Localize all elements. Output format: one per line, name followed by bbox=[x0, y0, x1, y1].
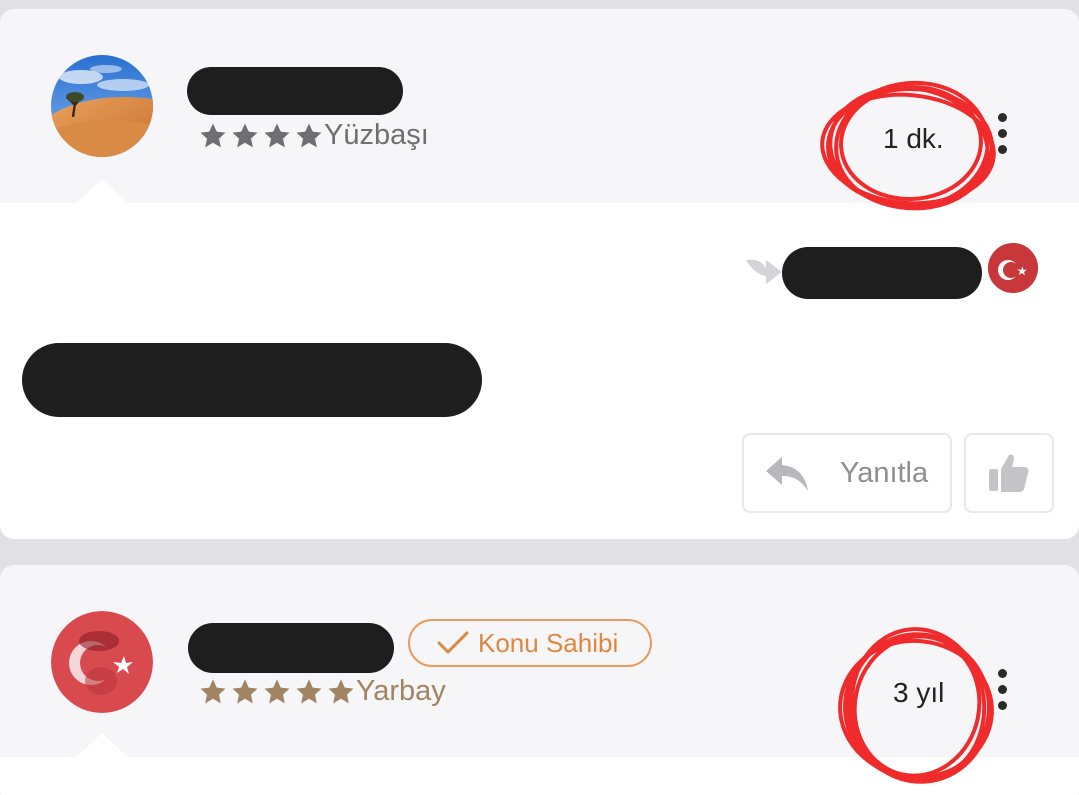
star-icon bbox=[296, 123, 322, 147]
badge-label: Konu Sahibi bbox=[478, 627, 619, 658]
rank-stars bbox=[198, 121, 324, 151]
turkish-flag-avatar-image bbox=[51, 611, 153, 713]
turkish-flag-avatar-image bbox=[988, 243, 1038, 293]
reply-arrow-icon bbox=[746, 259, 782, 284]
avatar[interactable] bbox=[51, 611, 153, 713]
comment-card: Konu Sahibi Yarbay 3 yıl bbox=[0, 565, 1079, 795]
star-icon bbox=[296, 679, 322, 703]
rank-label: Yarbay bbox=[356, 675, 446, 707]
star-icon bbox=[232, 123, 258, 147]
topic-owner-badge: Konu Sahibi bbox=[408, 619, 652, 667]
avatar[interactable] bbox=[51, 55, 153, 157]
thumbs-up-icon bbox=[989, 454, 1029, 492]
rank-stars bbox=[198, 677, 356, 707]
desert-avatar-image bbox=[51, 55, 153, 157]
quoted-username-redacted bbox=[782, 247, 982, 299]
user-rank: Yüzbaşı bbox=[198, 119, 429, 152]
check-icon bbox=[437, 631, 469, 654]
star-icon bbox=[328, 679, 354, 703]
reply-label: Yanıtla bbox=[840, 457, 929, 489]
like-button[interactable] bbox=[964, 433, 1054, 513]
star-icon bbox=[232, 679, 258, 703]
quoted-user-avatar bbox=[988, 243, 1038, 293]
username-redacted bbox=[187, 67, 403, 115]
more-options-icon[interactable] bbox=[998, 669, 1008, 717]
comment-pointer bbox=[76, 179, 128, 203]
more-options-icon[interactable] bbox=[998, 113, 1008, 161]
annotation-circle bbox=[838, 627, 994, 784]
star-icon bbox=[200, 123, 226, 147]
comment-text-redacted bbox=[22, 343, 482, 417]
rank-label: Yüzbaşı bbox=[324, 119, 429, 151]
user-rank: Yarbay bbox=[198, 675, 446, 708]
star-icon bbox=[200, 679, 226, 703]
comment-card: Yüzbaşı 1 dk. Yanıtla bbox=[0, 9, 1079, 539]
star-icon bbox=[264, 679, 290, 703]
annotation-circle bbox=[820, 80, 996, 211]
reply-icon bbox=[766, 457, 808, 491]
username-redacted bbox=[188, 623, 394, 673]
reply-button[interactable]: Yanıtla bbox=[742, 433, 952, 513]
star-icon bbox=[264, 123, 290, 147]
comment-pointer bbox=[76, 733, 128, 757]
